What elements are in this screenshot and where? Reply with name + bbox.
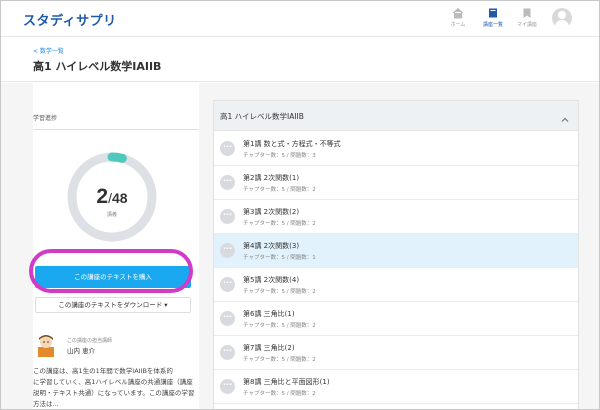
chapter-list-panel: 高1 ハイレベル数学IAIIB ··· 第1講 数と式・方程式・不等式 チャプタ…: [213, 100, 579, 409]
home-icon: [452, 7, 464, 19]
progress-total: 48: [112, 190, 128, 206]
chapter-row[interactable]: ··· 第8講 三角比と平面図形(1) チャプター数：5 / 問題数：2: [214, 370, 578, 404]
download-text-button[interactable]: この講座のテキストをダウンロード ▾: [35, 297, 191, 313]
chapter-row[interactable]: ··· 第5講 2次関数(4) チャプター数：5 / 問題数：2: [214, 268, 578, 302]
chapter-title: 第6講 三角比(1): [243, 310, 295, 318]
description-line: に学習していく、高1ハイレベル講座の共通講座（講座: [33, 378, 193, 386]
nav-home-label: ホーム: [450, 22, 466, 28]
chevron-up-icon[interactable]: [560, 110, 570, 122]
app-logo[interactable]: スタディサプリ: [23, 10, 117, 29]
course-description: この講座は、高1生の1年間で数学IAIIBを体系的 に学習していく、高1ハイレベ…: [33, 366, 197, 409]
chapter-meta: チャプター数：5 / 問題数：2: [243, 289, 316, 295]
divider: [33, 129, 199, 130]
chapter-title: 第4講 2次関数(3): [243, 242, 300, 250]
top-header: スタディサプリ ホーム 講座一覧 マイ講座: [1, 1, 599, 37]
chapter-meta: チャプター数：5 / 問題数：2: [243, 187, 316, 193]
description-line: この講座は、高1生の1年間で数学IAIIBを体系的: [33, 367, 173, 375]
user-avatar[interactable]: [552, 8, 572, 28]
progress-count: 2/48: [96, 185, 128, 208]
main-content: 学習進捗 2/48 講義 この講座のテキストを購入 この講座のテキストをダウンロ…: [1, 83, 599, 409]
bookmark-icon: [521, 7, 533, 19]
nav-courses-label: 講座一覧: [482, 22, 503, 28]
chapter-title: 第7講 三角比(2): [243, 344, 295, 352]
teacher-name: 山内 恵介: [67, 347, 96, 355]
chapter-title: 第5講 2次関数(4): [243, 276, 300, 284]
highlight-annotation: [29, 249, 193, 293]
nav-my-courses[interactable]: マイ講座: [512, 7, 542, 28]
chapter-meta: チャプター数：5 / 問題数：2: [243, 323, 316, 329]
nav-my-courses-label: マイ講座: [516, 22, 537, 28]
chapter-row[interactable]: ··· 第7講 三角比(2) チャプター数：5 / 問題数：2: [214, 336, 578, 370]
app-window: スタディサプリ ホーム 講座一覧 マイ講座 < 数学一覧 高1 ハイレベル数学I…: [0, 0, 600, 410]
more-icon[interactable]: ···: [220, 243, 235, 258]
book-icon: [487, 7, 499, 19]
chapter-row[interactable]: ··· 第2講 2次関数(1) チャプター数：5 / 問題数：2: [214, 166, 578, 200]
chapter-meta: チャプター数：5 / 問題数：2: [243, 357, 316, 363]
chapter-meta: チャプター数：5 / 問題数：2: [243, 221, 316, 227]
teacher-avatar: [35, 333, 57, 357]
teacher-label: この講座の担当講師: [67, 338, 113, 344]
chapter-row-selected[interactable]: ··· 第4講 2次関数(3) チャプター数：5 / 問題数：1: [214, 234, 578, 268]
nav-courses[interactable]: 講座一覧: [478, 7, 508, 28]
description-line: 方法は...: [33, 400, 59, 408]
chapter-title: 第8講 三角比と平面図形(1): [243, 378, 330, 386]
breadcrumb[interactable]: < 数学一覧: [33, 46, 64, 55]
chapter-title: 第2講 2次関数(1): [243, 174, 300, 182]
chapter-title: 第3講 2次関数(2): [243, 208, 300, 216]
chapter-row[interactable]: ··· 第6講 三角比(1) チャプター数：5 / 問題数：2: [214, 302, 578, 336]
more-icon[interactable]: ···: [220, 209, 235, 224]
progress-donut: 2/48 講義: [64, 149, 160, 245]
chapter-row[interactable]: ··· 第3講 2次関数(2) チャプター数：5 / 問題数：2: [214, 200, 578, 234]
chapter-list-header[interactable]: 高1 ハイレベル数学IAIIB: [214, 101, 578, 131]
chapter-title: 第1講 数と式・方程式・不等式: [243, 140, 341, 148]
more-icon[interactable]: ···: [220, 141, 235, 156]
progress-panel: 学習進捗 2/48 講義 この講座のテキストを購入 この講座のテキストをダウンロ…: [29, 83, 199, 409]
nav-home[interactable]: ホーム: [443, 7, 473, 28]
chapter-meta: チャプター数：5 / 問題数：2: [243, 391, 316, 397]
description-line: 説明・テキスト共通）になっています。この講座の学習: [33, 389, 195, 397]
chapter-meta: チャプター数：5 / 問題数：3: [243, 153, 316, 159]
chapter-meta: チャプター数：5 / 問題数：1: [243, 255, 316, 261]
more-icon[interactable]: ···: [220, 277, 235, 292]
more-icon[interactable]: ···: [220, 175, 235, 190]
chapter-list-title: 高1 ハイレベル数学IAIIB: [220, 112, 304, 121]
more-icon[interactable]: ···: [220, 379, 235, 394]
page-title-bar: < 数学一覧 高1 ハイレベル数学IAIIB: [1, 38, 599, 82]
more-icon[interactable]: ···: [220, 311, 235, 326]
progress-unit: 講義: [106, 212, 117, 218]
more-icon[interactable]: ···: [220, 345, 235, 360]
progress-heading: 学習進捗: [33, 115, 58, 122]
chapter-row[interactable]: ··· 第1講 数と式・方程式・不等式 チャプター数：5 / 問題数：3: [214, 132, 578, 166]
page-title: 高1 ハイレベル数学IAIIB: [33, 60, 162, 73]
progress-done: 2: [96, 185, 109, 208]
